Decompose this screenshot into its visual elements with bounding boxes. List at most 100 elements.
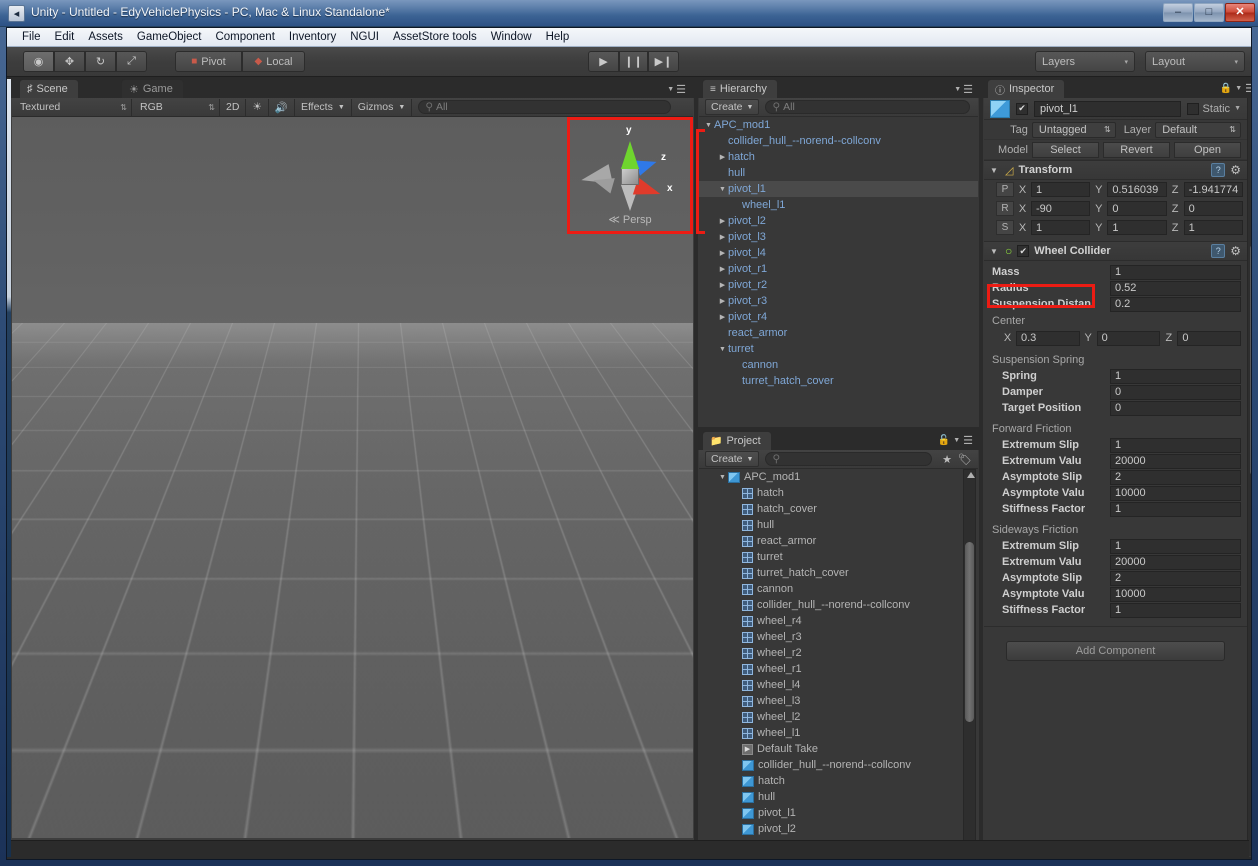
foldout-icon[interactable]: ▼	[717, 186, 728, 193]
damper-input[interactable]: 0	[1110, 385, 1241, 400]
object-name-input[interactable]: pivot_l1	[1034, 101, 1181, 117]
static-checkbox[interactable]	[1187, 103, 1199, 115]
menu-ngui[interactable]: NGUI	[343, 29, 386, 45]
project-item-wheel_l4[interactable]: wheel_l4	[699, 677, 963, 693]
object-enabled-checkbox[interactable]: ✔	[1016, 103, 1028, 115]
minimize-button[interactable]: –	[1163, 3, 1193, 22]
scene-viewport[interactable]: y z x ≪ Persp	[12, 117, 693, 838]
hierarchy-tree[interactable]: ▼ APC_mod1 collider_hull_--norend--collcon…	[699, 117, 978, 426]
gizmo-arrow-z[interactable]	[257, 682, 285, 703]
spring-input[interactable]: 1	[1110, 369, 1241, 384]
hierarchy-item-wheel_l1[interactable]: wheel_l1	[699, 197, 978, 213]
project-item-collider_hull_--norend--collconv[interactable]: collider_hull_--norend--collconv	[699, 597, 963, 613]
menu-assetstore-tools[interactable]: AssetStore tools	[386, 29, 484, 45]
fwd-asymptote-slip-input[interactable]: 2	[1110, 470, 1241, 485]
position-x-input[interactable]: 1	[1031, 182, 1090, 197]
help-icon[interactable]: ?	[1211, 163, 1225, 177]
project-item-wheel_l3[interactable]: wheel_l3	[699, 693, 963, 709]
side-extremum-value-input[interactable]: 20000	[1110, 555, 1241, 570]
project-item-turret[interactable]: turret	[699, 549, 963, 565]
scroll-up-arrow-icon[interactable]	[1251, 100, 1252, 106]
gizmo-arrow-y[interactable]	[334, 583, 350, 607]
pause-button[interactable]: ❙❙	[619, 51, 648, 72]
static-toggle[interactable]: Static ▼	[1187, 103, 1241, 115]
color-mode-dropdown[interactable]: RGB ⇅	[132, 99, 220, 116]
inspector-scrollbar[interactable]	[1247, 98, 1252, 856]
tag-dropdown[interactable]: Untagged ⇅	[1032, 122, 1116, 138]
scale-z-input[interactable]: 1	[1184, 220, 1243, 235]
inspector-scroll-thumb[interactable]	[1250, 244, 1252, 476]
foldout-icon[interactable]: ▶	[717, 313, 728, 321]
hierarchy-item-collider_hull_--norend--collconv[interactable]: collider_hull_--norend--collconv	[699, 133, 978, 149]
hierarchy-item-pivot_l2[interactable]: ▶ pivot_l2	[699, 213, 978, 229]
audio-icon[interactable]: 🔊	[269, 99, 295, 116]
position-z-input[interactable]: -1.941774	[1184, 182, 1243, 197]
gizmo-center-handle[interactable]	[328, 655, 354, 681]
side-extremum-slip-input[interactable]: 1	[1110, 539, 1241, 554]
hierarchy-item-turret[interactable]: ▼ turret	[699, 341, 978, 357]
foldout-icon[interactable]: ▶	[717, 233, 728, 241]
project-tree[interactable]: ▼ APC_mod1 hatch hatch_cover hull react_armor…	[699, 469, 963, 856]
project-scroll-thumb[interactable]	[965, 542, 974, 722]
side-stiffness-input[interactable]: 1	[1110, 603, 1241, 618]
tab-scene[interactable]: ♯ Scene	[19, 79, 79, 98]
filter-by-label-icon[interactable]: 🏷	[958, 453, 972, 466]
tab-game[interactable]: ☀ Game	[121, 79, 184, 98]
wheel-collider-header[interactable]: ▼ ○ ✔ Wheel Collider ? ⚙	[984, 241, 1247, 261]
project-options-menu[interactable]: 🔓 ▼ ☰	[938, 434, 973, 447]
toggle-2d-button[interactable]: 2D	[220, 99, 246, 116]
menu-gameobject[interactable]: GameObject	[130, 29, 209, 45]
project-item-cannon[interactable]: cannon	[699, 581, 963, 597]
tab-hierarchy[interactable]: ≡ Hierarchy	[702, 79, 778, 98]
center-y-input[interactable]: 0	[1097, 331, 1161, 346]
foldout-icon[interactable]: ▶	[717, 249, 728, 257]
inspector-options-menu[interactable]: 🔒 ▼ ☰	[1220, 82, 1252, 95]
hierarchy-item-cannon[interactable]: cannon	[699, 357, 978, 373]
project-item-wheel_l2[interactable]: wheel_l2	[699, 709, 963, 725]
draw-mode-dropdown[interactable]: Textured ⇅	[12, 99, 132, 116]
project-item-wheel_r4[interactable]: wheel_r4	[699, 613, 963, 629]
scene-search-input[interactable]: ⚲ All	[418, 100, 671, 114]
hierarchy-item-pivot_r1[interactable]: ▶ pivot_r1	[699, 261, 978, 277]
project-item-hatch[interactable]: hatch	[699, 485, 963, 501]
rotation-z-input[interactable]: 0	[1184, 201, 1243, 216]
radius-input[interactable]: 0.52	[1110, 281, 1241, 296]
layers-dropdown[interactable]: Layers ▾	[1035, 51, 1135, 72]
foldout-icon[interactable]: ▶	[717, 281, 728, 289]
gear-icon[interactable]: ⚙	[1230, 163, 1241, 177]
scale-y-input[interactable]: 1	[1107, 220, 1166, 235]
scale-x-input[interactable]: 1	[1031, 220, 1090, 235]
hierarchy-options-menu[interactable]: ▼ ☰	[954, 83, 973, 96]
fwd-asymptote-value-input[interactable]: 10000	[1110, 486, 1241, 501]
center-z-input[interactable]: 0	[1177, 331, 1241, 346]
foldout-icon[interactable]: ▼	[717, 474, 728, 481]
scroll-down-arrow-icon[interactable]	[1251, 848, 1252, 854]
fwd-extremum-value-input[interactable]: 20000	[1110, 454, 1241, 469]
hierarchy-search-input[interactable]: ⚲ All	[765, 100, 970, 114]
foldout-icon[interactable]: ▼	[990, 166, 1000, 175]
project-scrollbar[interactable]	[963, 469, 976, 854]
mass-input[interactable]: 1	[1110, 265, 1241, 280]
menu-edit[interactable]: Edit	[48, 29, 82, 45]
target-position-input[interactable]: 0	[1110, 401, 1241, 416]
rotate-tool-button[interactable]: ↻	[85, 51, 116, 72]
center-x-input[interactable]: 0.3	[1016, 331, 1080, 346]
play-button[interactable]: ▶	[588, 51, 619, 72]
lock-icon[interactable]: 🔓	[938, 435, 950, 446]
project-item-pivot_l2[interactable]: pivot_l2	[699, 821, 963, 837]
local-toggle-button[interactable]: ◆ Local	[242, 51, 305, 72]
hierarchy-create-button[interactable]: Create ▼	[705, 99, 759, 115]
hand-tool-button[interactable]: ◉	[23, 51, 54, 72]
hierarchy-item-pivot_l1[interactable]: ▼ pivot_l1	[699, 181, 978, 197]
fwd-extremum-slip-input[interactable]: 1	[1110, 438, 1241, 453]
wheel-collider-enabled-checkbox[interactable]: ✔	[1017, 245, 1029, 257]
scene-options-menu[interactable]: ▼ ☰	[667, 83, 686, 96]
menu-window[interactable]: Window	[484, 29, 539, 45]
step-button[interactable]: ▶❙	[648, 51, 679, 72]
foldout-icon[interactable]: ▶	[717, 153, 728, 161]
project-item-hull[interactable]: hull	[699, 517, 963, 533]
side-asymptote-slip-input[interactable]: 2	[1110, 571, 1241, 586]
side-asymptote-value-input[interactable]: 10000	[1110, 587, 1241, 602]
project-item-apc_mod1[interactable]: ▼ APC_mod1	[699, 469, 963, 485]
lock-icon[interactable]: 🔒	[1220, 83, 1232, 94]
